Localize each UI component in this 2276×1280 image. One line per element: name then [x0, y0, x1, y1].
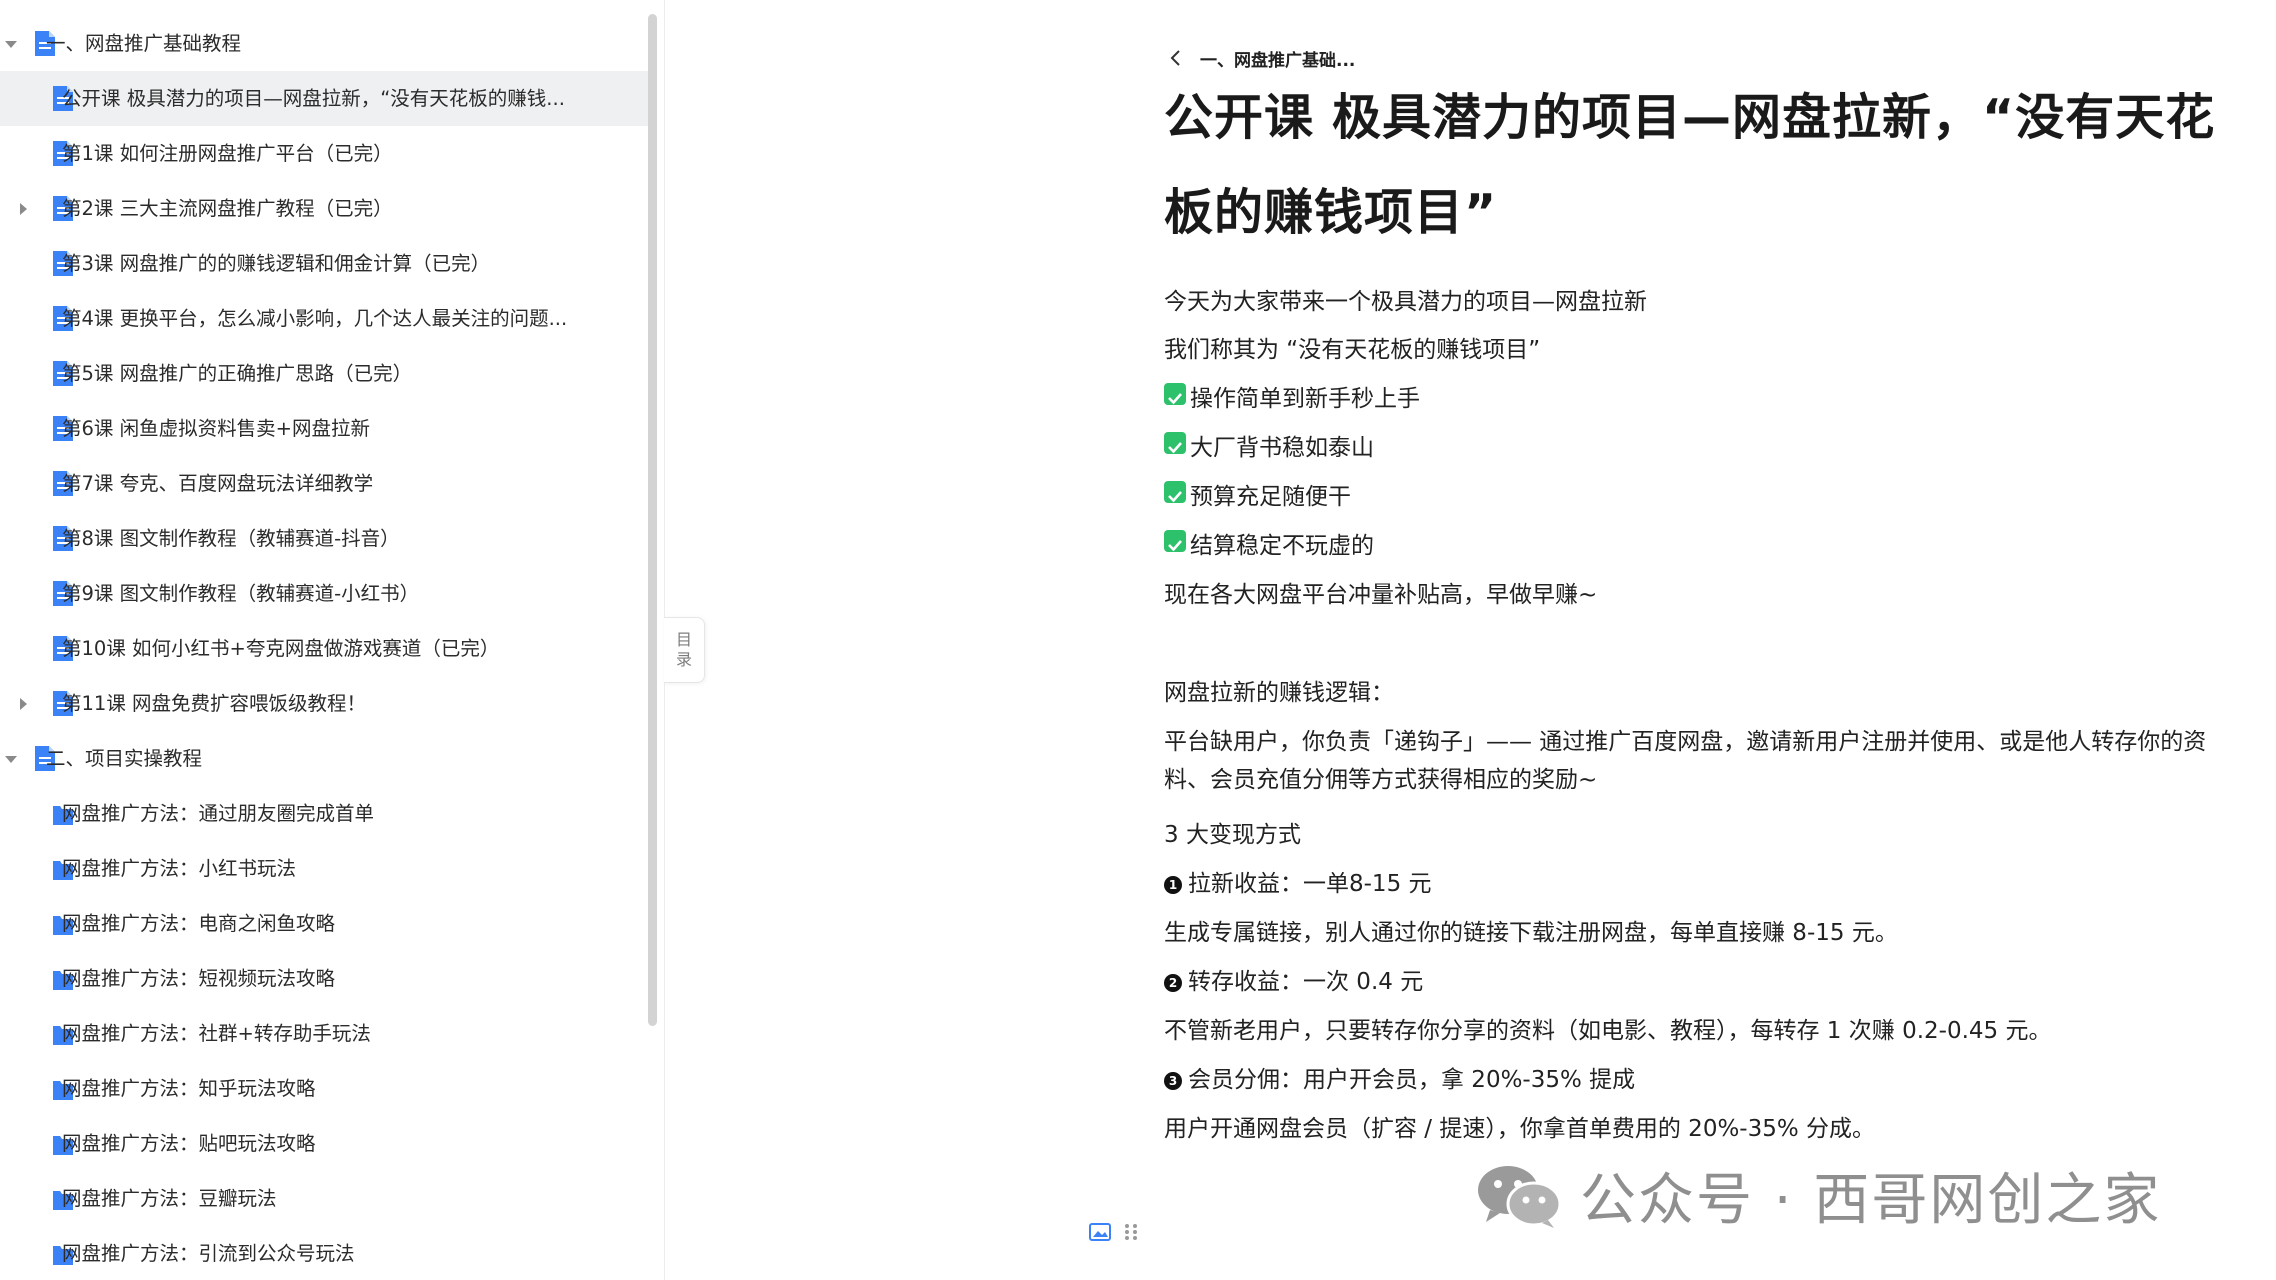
way-2-desc: 不管新老用户，只要转存你分享的资料（如电影、教程），每转存 1 次赚 0.2-0…: [1164, 1018, 2052, 1044]
logic-body: 平台缺用户，你负责「递钩子」—— 通过推广百度网盘，邀请新用户注册并使用、或是他…: [1164, 729, 2207, 793]
sidebar-item-label: 公开课 极具潜力的项目—网盘拉新，“没有天花板的赚钱...: [62, 87, 565, 110]
page-title: 公开课 极具潜力的项目—网盘拉新，“没有天花板的赚钱项目”: [1164, 89, 2216, 241]
check-item: 大厂背书稳如泰山: [1164, 429, 1374, 467]
sidebar-item[interactable]: 网盘推广方法：豆瓣玩法: [0, 1171, 652, 1226]
way-3-title: 会员分佣：用户开会员，拿 20%-35% 提成: [1188, 1067, 1636, 1093]
intro-line-2: 我们称其为 “没有天花板的赚钱项目”: [1164, 337, 1541, 363]
way-2-title-row: 2 转存收益：一次 0.4 元: [1164, 963, 1423, 1001]
caret-down-icon[interactable]: [5, 756, 17, 763]
caret-right-icon[interactable]: [20, 203, 27, 215]
sidebar-item[interactable]: 第10课 如何小红书+夸克网盘做游戏赛道（已完）: [0, 621, 652, 676]
sidebar-item-label: 第8课 图文制作教程（教辅赛道-抖音）: [62, 527, 400, 550]
sidebar-item[interactable]: 第5课 网盘推广的正确推广思路（已完）: [0, 346, 652, 401]
way-2-title: 转存收益：一次 0.4 元: [1188, 969, 1424, 995]
check-item-label: 操作简单到新手秒上手: [1190, 386, 1420, 412]
sidebar-item-label: 第6课 闲鱼虚拟资料售卖+网盘拉新: [62, 417, 370, 440]
sidebar-item-label: 网盘推广方法：短视频玩法攻略: [62, 967, 336, 990]
number-1-icon: 1: [1164, 876, 1182, 894]
intro-line-1: 今天为大家带来一个极具潜力的项目—网盘拉新: [1164, 289, 1647, 315]
sidebar-item[interactable]: 第8课 图文制作教程（教辅赛道-抖音）: [0, 511, 652, 566]
sidebar-item-label: 网盘推广方法：贴吧玩法攻略: [62, 1132, 316, 1155]
sidebar-item[interactable]: 第9课 图文制作教程（教辅赛道-小红书）: [0, 566, 652, 621]
sidebar-item-label: 网盘推广方法：引流到公众号玩法: [62, 1242, 355, 1265]
back-arrow-icon[interactable]: [1164, 46, 1188, 70]
logic-heading: 网盘拉新的赚钱逻辑：: [1164, 680, 1394, 706]
toc-tab-label-2: 录: [675, 650, 692, 669]
check-item: 预算充足随便干: [1164, 478, 1351, 516]
sidebar-item[interactable]: 第1课 如何注册网盘推广平台（已完）: [0, 126, 652, 181]
sidebar-item[interactable]: 公开课 极具潜力的项目—网盘拉新，“没有天花板的赚钱...: [0, 71, 652, 126]
check-item: 结算稳定不玩虚的: [1164, 527, 1374, 565]
check-item-label: 预算充足随便干: [1190, 484, 1351, 510]
checkmark-icon: [1164, 432, 1186, 454]
sidebar-item[interactable]: 第7课 夸克、百度网盘玩法详细教学: [0, 456, 652, 511]
sidebar-item[interactable]: 网盘推广方法：社群+转存助手玩法: [0, 1006, 652, 1061]
sidebar-item[interactable]: 网盘推广方法：电商之闲鱼攻略: [0, 896, 652, 951]
drag-handle-icon[interactable]: [1122, 1218, 1140, 1246]
sidebar-item-label: 网盘推广方法：通过朋友圈完成首单: [62, 802, 375, 825]
toc-toggle-tab[interactable]: 目 录: [664, 617, 705, 683]
way-1-title: 拉新收益：一单8-15 元: [1188, 871, 1432, 897]
sidebar-item-label: 第3课 网盘推广的的赚钱逻辑和佣金计算（已完）: [62, 252, 491, 275]
sidebar-item[interactable]: 一、网盘推广基础教程: [0, 16, 652, 71]
sidebar-item-label: 网盘推广方法：小红书玩法: [62, 857, 297, 880]
caret-right-icon[interactable]: [20, 698, 27, 710]
check-item-label: 结算稳定不玩虚的: [1190, 533, 1374, 559]
sidebar-item[interactable]: 第2课 三大主流网盘推广教程（已完）: [0, 181, 652, 236]
wechat-logo-icon: [1478, 1166, 1562, 1228]
sidebar-item[interactable]: 网盘推广方法：贴吧玩法攻略: [0, 1116, 652, 1171]
number-3-icon: 3: [1164, 1072, 1182, 1090]
sidebar-item-label: 第9课 图文制作教程（教辅赛道-小红书）: [62, 582, 420, 605]
check-item-label: 大厂背书稳如泰山: [1190, 435, 1374, 461]
breadcrumb-parent[interactable]: 一、网盘推广基础...: [1200, 46, 1355, 71]
checkmark-icon: [1164, 383, 1186, 405]
checkmark-icon: [1164, 530, 1186, 552]
sidebar-item-label: 网盘推广方法：社群+转存助手玩法: [62, 1022, 371, 1045]
sidebar-item[interactable]: 第11课 网盘免费扩容喂饭级教程！: [0, 676, 652, 731]
sidebar-item[interactable]: 二、项目实操教程: [0, 731, 652, 786]
sidebar-directory: 一、网盘推广基础教程公开课 极具潜力的项目—网盘拉新，“没有天花板的赚钱... 第…: [0, 0, 652, 1280]
document-view: 一、网盘推广基础... 公开课 极具潜力的项目—网盘拉新，“没有天花板的赚钱项目…: [1164, 0, 2264, 1280]
way-1-title-row: 1 拉新收益：一单8-15 元: [1164, 865, 1432, 903]
sidebar-item-label: 网盘推广方法：电商之闲鱼攻略: [62, 912, 336, 935]
sidebar-item-label: 网盘推广方法：知乎玩法攻略: [62, 1077, 316, 1100]
sidebar-item-label: 第4课 更换平台，怎么减小影响，几个达人最关注的问题...: [62, 307, 568, 330]
sidebar-item-label: 第5课 网盘推广的正确推广思路（已完）: [62, 362, 413, 385]
toc-tab-label-1: 目: [675, 630, 692, 649]
watermark: 公众号 · 西哥网创之家: [1474, 1162, 2161, 1233]
sidebar-item[interactable]: 第6课 闲鱼虚拟资料售卖+网盘拉新: [0, 401, 652, 456]
caret-down-icon[interactable]: [5, 41, 17, 48]
checkmark-icon: [1164, 481, 1186, 503]
number-2-icon: 2: [1164, 974, 1182, 992]
ways-heading: 3 大变现方式: [1164, 822, 1301, 848]
sidebar-item-label: 第11课 网盘免费扩容喂饭级教程！: [62, 692, 367, 715]
sidebar-item[interactable]: 网盘推广方法：通过朋友圈完成首单: [0, 786, 652, 841]
sidebar-item-label: 第10课 如何小红书+夸克网盘做游戏赛道（已完）: [62, 637, 500, 660]
way-3-title-row: 3 会员分佣：用户开会员，拿 20%-35% 提成: [1164, 1061, 1635, 1099]
sidebar-item-label: 第1课 如何注册网盘推广平台（已完）: [62, 142, 393, 165]
sidebar-item[interactable]: 网盘推广方法：小红书玩法: [0, 841, 652, 896]
sidebar-item[interactable]: 网盘推广方法：知乎玩法攻略: [0, 1061, 652, 1116]
sidebar-item-label: 一、网盘推广基础教程: [46, 32, 242, 55]
image-block-icon[interactable]: [1088, 1218, 1112, 1246]
way-3-desc: 用户开通网盘会员（扩容 / 提速），你拿首单费用的 20%-35% 分成。: [1164, 1116, 1876, 1142]
check-item: 操作简单到新手秒上手: [1164, 380, 1420, 418]
sidebar-item-label: 第2课 三大主流网盘推广教程（已完）: [62, 197, 393, 220]
watermark-text: 公众号 · 西哥网创之家: [1580, 1167, 2162, 1233]
sidebar-item[interactable]: 网盘推广方法：短视频玩法攻略: [0, 951, 652, 1006]
sidebar-item-label: 第7课 夸克、百度网盘玩法详细教学: [62, 472, 374, 495]
sidebar-item[interactable]: 第3课 网盘推广的的赚钱逻辑和佣金计算（已完）: [0, 236, 652, 291]
subsidy-note: 现在各大网盘平台冲量补贴高，早做早赚~: [1164, 582, 1598, 608]
sidebar-item-label: 二、项目实操教程: [46, 747, 203, 770]
sidebar-scrollbar[interactable]: [648, 14, 657, 1026]
way-1-desc: 生成专属链接，别人通过你的链接下载注册网盘，每单直接赚 8-15 元。: [1164, 920, 1898, 946]
sidebar-item[interactable]: 第4课 更换平台，怎么减小影响，几个达人最关注的问题...: [0, 291, 652, 346]
directory-tree: 一、网盘推广基础教程公开课 极具潜力的项目—网盘拉新，“没有天花板的赚钱... 第…: [0, 16, 652, 1280]
sidebar-item[interactable]: 网盘推广方法：引流到公众号玩法: [0, 1226, 652, 1280]
sidebar-item-label: 网盘推广方法：豆瓣玩法: [62, 1187, 277, 1210]
